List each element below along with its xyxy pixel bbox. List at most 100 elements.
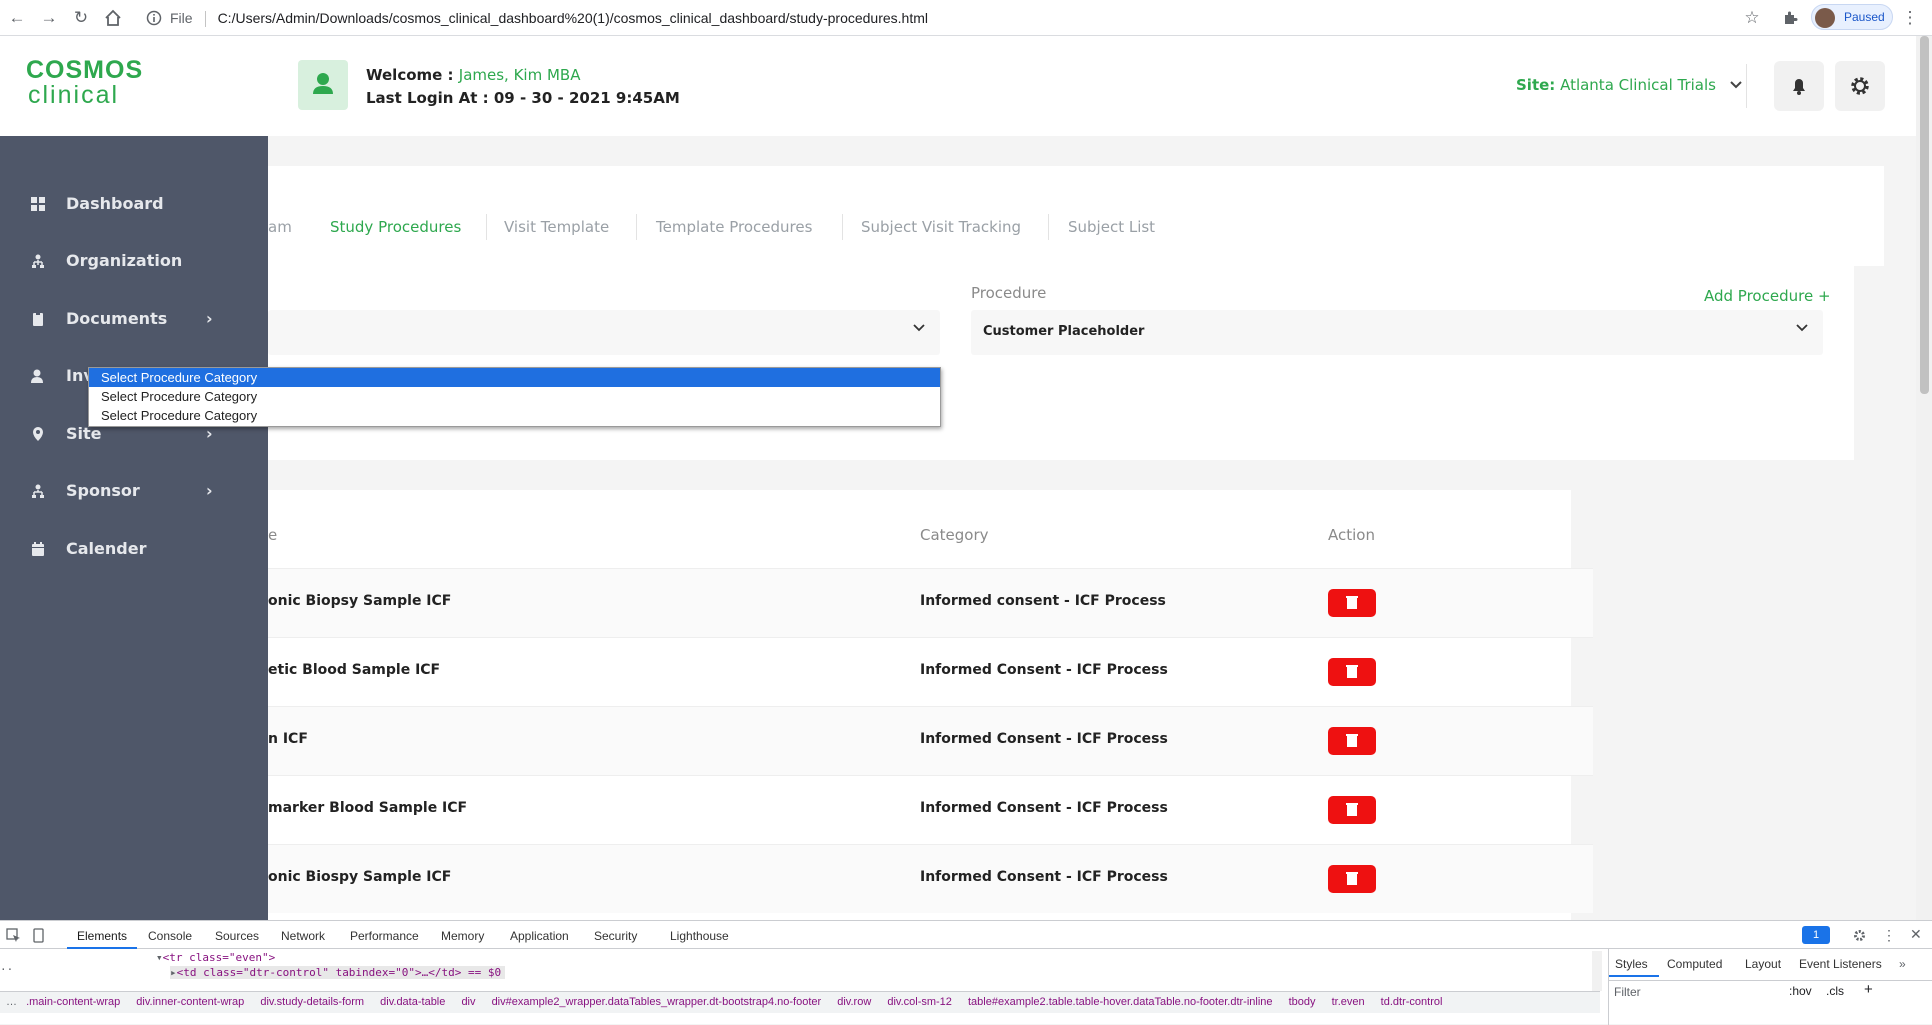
tab-study-procedures[interactable]: Study Procedures [330, 218, 461, 236]
breadcrumb-item[interactable]: div#example2_wrapper.dataTables_wrapper.… [492, 996, 822, 1008]
devtools-tab-memory[interactable]: Memory [441, 929, 484, 943]
styles-tab-layout[interactable]: Layout [1745, 957, 1781, 971]
file-label: File [170, 10, 193, 26]
trash-icon [1346, 803, 1358, 816]
styles-tab-computed[interactable]: Computed [1667, 957, 1722, 971]
styles-tab-styles[interactable]: Styles [1615, 957, 1648, 971]
settings-button[interactable] [1835, 61, 1885, 111]
add-procedure-link[interactable]: Add Procedure + [1704, 287, 1831, 305]
devtools-tab-elements[interactable]: Elements [77, 929, 127, 943]
breadcrumb-item[interactable]: tr.even [1332, 996, 1365, 1008]
notifications-button[interactable] [1774, 61, 1824, 111]
hov-toggle[interactable]: :hov [1789, 984, 1812, 998]
cls-toggle[interactable]: .cls [1826, 984, 1844, 998]
devtools-tab-lighthouse[interactable]: Lighthouse [670, 929, 729, 943]
info-icon[interactable] [143, 7, 165, 29]
breadcrumb-item[interactable]: table#example2.table.table-hover.dataTab… [968, 996, 1273, 1008]
col-header-category[interactable]: Category [920, 526, 989, 544]
profile-status: Paused [1844, 10, 1885, 24]
tab-visit-template[interactable]: Visit Template [504, 218, 609, 236]
inspect-icon[interactable] [6, 928, 21, 943]
issues-badge[interactable]: 1 [1802, 926, 1830, 944]
procedure-name: n ICF [268, 731, 308, 747]
delete-button[interactable] [1328, 589, 1376, 617]
browser-toolbar: ← → ↻ File C:/Users/Admin/Downloads/cosmo… [0, 0, 1932, 36]
site-selector[interactable]: Site: Atlanta Clinical Trials [1516, 76, 1743, 94]
breadcrumb-item[interactable]: div.study-details-form [260, 996, 364, 1008]
table-row[interactable]: n ICF Informed Consent - ICF Process [268, 706, 1593, 775]
breadcrumb: … .main-content-wrap div.inner-content-w… [0, 991, 1600, 1013]
breadcrumb-item[interactable]: div.col-sm-12 [887, 996, 952, 1008]
tab-subject-visit-tracking[interactable]: Subject Visit Tracking [861, 218, 1021, 236]
site-name: Atlanta Clinical Trials [1555, 76, 1716, 94]
extensions-icon[interactable] [1779, 7, 1801, 29]
breadcrumb-item[interactable]: div [461, 996, 475, 1008]
devtools-tab-network[interactable]: Network [281, 929, 325, 943]
chevron-right-icon: › [206, 309, 213, 328]
devtools-tab-security[interactable]: Security [594, 929, 637, 943]
table-row[interactable]: onic Biopsy Sample ICF Informed consent … [268, 568, 1593, 637]
logo-line1: COSMOS [26, 56, 144, 84]
delete-button[interactable] [1328, 727, 1376, 755]
more-options-icon[interactable]: ⋮ [1882, 927, 1896, 944]
devtools-panel: Elements Console Sources Network Perform… [0, 920, 1932, 1025]
procedure-select[interactable]: Customer Placeholder [971, 310, 1823, 355]
devtools-tab-console[interactable]: Console [148, 929, 192, 943]
devtools-tab-performance[interactable]: Performance [350, 929, 419, 943]
profile-button[interactable]: Paused [1811, 4, 1893, 30]
sidebar-item-label: Organization [66, 251, 183, 270]
breadcrumb-item[interactable]: td.dtr-control [1381, 996, 1443, 1008]
page-scrollbar[interactable] [1916, 36, 1932, 920]
breadcrumb-item[interactable]: div.row [837, 996, 871, 1008]
location-pin-icon [33, 427, 43, 441]
add-rule-icon[interactable]: + [1864, 981, 1873, 998]
cosmos-logo[interactable]: COSMOS clinical [26, 58, 143, 108]
scrollbar-thumb[interactable] [1920, 36, 1929, 394]
col-header-name[interactable]: e [268, 526, 277, 544]
calendar-icon [32, 542, 44, 556]
tab-study-team[interactable]: am [268, 218, 292, 236]
forward-icon[interactable]: → [38, 7, 60, 29]
procedure-category: Informed Consent - ICF Process [920, 731, 1168, 747]
dropdown-option[interactable]: Select Procedure Category [89, 387, 940, 406]
dropdown-option[interactable]: Select Procedure Category [89, 368, 940, 387]
reload-icon[interactable]: ↻ [70, 7, 92, 29]
delete-button[interactable] [1328, 796, 1376, 824]
breadcrumb-item[interactable]: .main-content-wrap [26, 996, 120, 1008]
devtools-tab-sources[interactable]: Sources [215, 929, 259, 943]
dom-scrollbar[interactable] [1592, 951, 1602, 991]
delete-button[interactable] [1328, 865, 1376, 893]
device-toolbar-icon[interactable] [31, 928, 46, 943]
dropdown-option[interactable]: Select Procedure Category [89, 406, 940, 425]
user-avatar-icon [298, 60, 348, 110]
chevron-right-icon: › [206, 481, 213, 500]
avatar [1815, 8, 1835, 28]
breadcrumb-item[interactable]: div.inner-content-wrap [136, 996, 244, 1008]
more-tabs-icon[interactable]: » [1899, 957, 1906, 971]
category-select[interactable] [268, 310, 940, 355]
table-row[interactable]: marker Blood Sample ICF Informed Consent… [268, 775, 1593, 844]
table-row[interactable]: etic Blood Sample ICF Informed Consent -… [268, 637, 1593, 706]
dom-line-tr[interactable]: ▾<tr class="even"> [156, 951, 275, 964]
table-row[interactable]: onic Biospy Sample ICF Informed Consent … [268, 844, 1593, 913]
page: COSMOS clinical Welcome : James, Kim MBA… [0, 36, 1916, 920]
dom-line-td-selected[interactable]: ▸<td class="dtr-control" tabindex="0">…<… [170, 966, 506, 979]
tab-template-procedures[interactable]: Template Procedures [656, 218, 812, 236]
tab-subject-list[interactable]: Subject List [1068, 218, 1155, 236]
address-bar[interactable]: File C:/Users/Admin/Downloads/cosmos_clin… [170, 5, 928, 31]
home-icon[interactable] [102, 7, 124, 29]
styles-tab-event-listeners[interactable]: Event Listeners [1799, 957, 1882, 971]
bookmark-star-icon[interactable]: ☆ [1741, 7, 1763, 29]
delete-button[interactable] [1328, 658, 1376, 686]
back-icon[interactable]: ← [6, 7, 28, 29]
close-icon[interactable]: ✕ [1910, 926, 1922, 943]
gear-icon[interactable] [1852, 928, 1867, 943]
breadcrumb-item[interactable]: div.data-table [380, 996, 445, 1008]
user-name: James, Kim MBA [458, 66, 581, 84]
breadcrumb-item[interactable]: tbody [1289, 996, 1316, 1008]
devtools-tab-application[interactable]: Application [510, 929, 569, 943]
welcome-label: Welcome : [366, 66, 459, 84]
chevron-down-icon [1796, 324, 1808, 332]
last-login: Last Login At : 09 - 30 - 2021 9:45AM [366, 89, 680, 107]
browser-menu-icon[interactable]: ⋮ [1899, 7, 1921, 29]
